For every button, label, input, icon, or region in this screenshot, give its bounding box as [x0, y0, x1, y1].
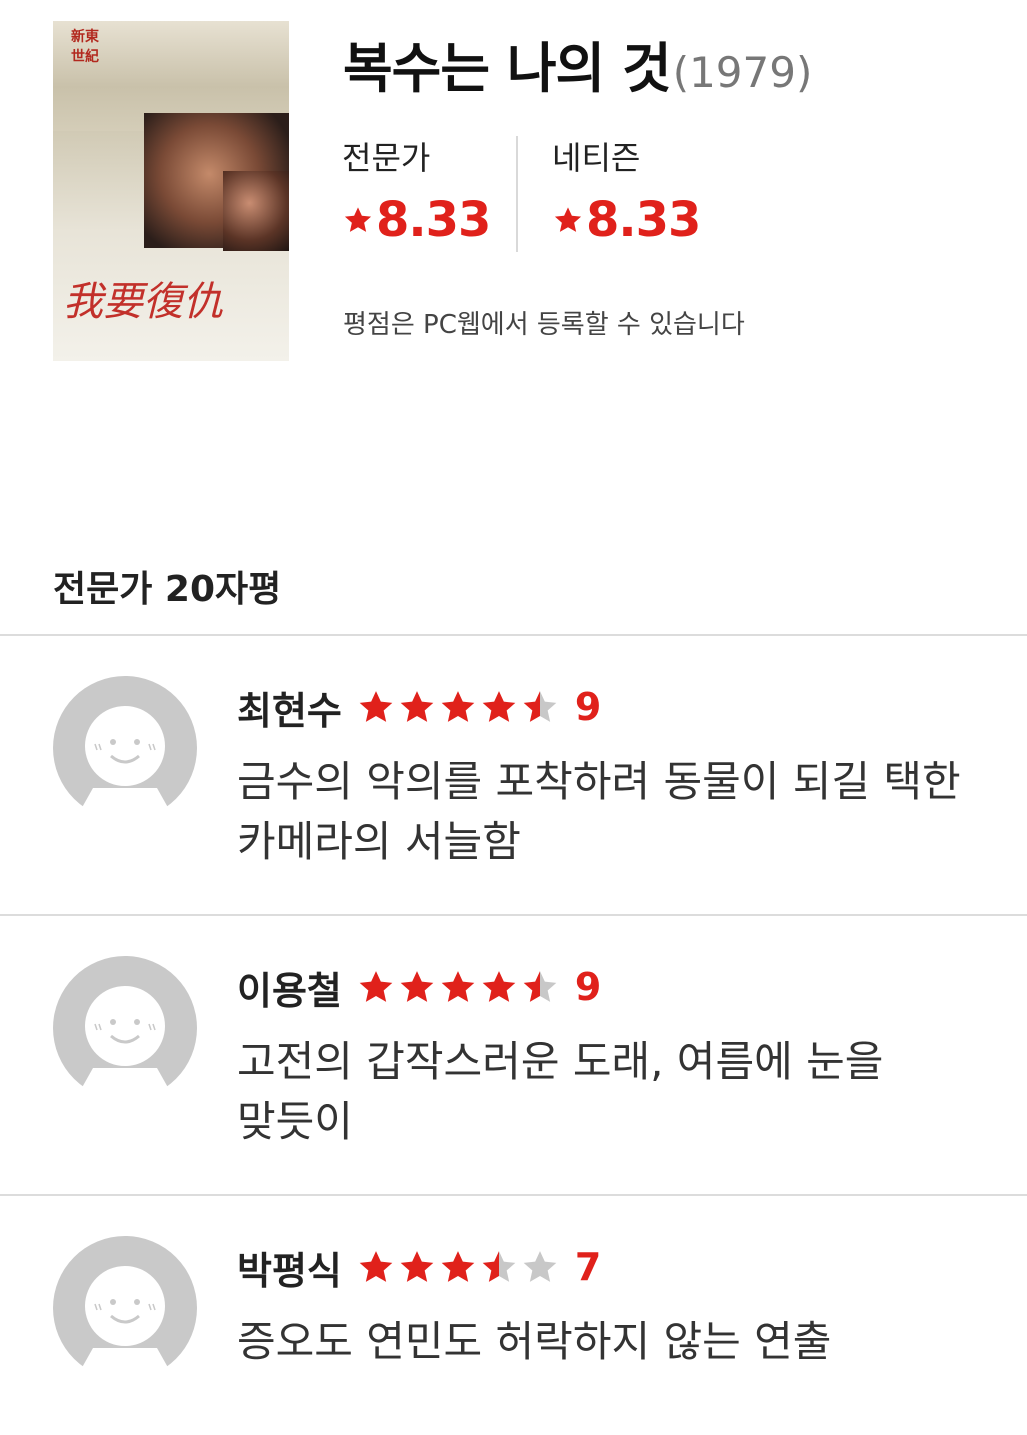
review-comment: 고전의 갑작스러운 도래, 여름에 눈을 맞듯이: [237, 1037, 884, 1146]
netizen-rating-number: 8.33: [586, 192, 701, 248]
star-filled-icon: [400, 971, 434, 1002]
star-filled-icon: [359, 971, 393, 1002]
star-filled-icon: [482, 971, 516, 1002]
poster-stamp-line: 新東: [71, 29, 99, 45]
review-item: 박평식 7 증오도 연민도 허락하지 않는 연출: [0, 1196, 1027, 1435]
expert-rating: 전문가 8.33: [342, 136, 491, 248]
review-item: 이용철 9 고전의 갑작스러운 도래, 여름에 눈을 맞듯이: [0, 916, 1027, 1194]
star-filled-icon: [400, 1251, 434, 1282]
star-filled-icon: [359, 1251, 393, 1282]
review-score: 9: [574, 965, 602, 1009]
reviewer-line: 최현수 9: [237, 682, 602, 733]
movie-title-row: 복수는 나의 것 (1979): [343, 24, 812, 104]
star-icon: [554, 207, 582, 232]
star-filled-icon: [400, 691, 434, 722]
review-score: 9: [574, 685, 602, 729]
expert-rating-number: 8.33: [376, 192, 491, 248]
reviewer-line: 박평식 7: [237, 1242, 602, 1293]
movie-title: 복수는 나의 것: [343, 37, 672, 100]
expert-reviews-title: 전문가 20자평: [53, 569, 282, 610]
poster-stamp: 新東 世紀: [71, 27, 121, 71]
star-filled-icon: [441, 1251, 475, 1282]
star-icon: [344, 207, 372, 232]
poster-calligraphy: 我要復仇: [63, 279, 223, 325]
star-filled-icon: [441, 691, 475, 722]
netizen-rating-value-row: 8.33: [552, 192, 701, 248]
review-comment: 금수의 악의를 포착하려 동물이 되길 택한 카메라의 서늘함: [237, 757, 961, 866]
reviewer-line: 이용철 9: [237, 962, 602, 1013]
review-comment: 증오도 연민도 허락하지 않는 연출: [237, 1317, 832, 1366]
reviewer-name: 박평식: [237, 1248, 342, 1293]
netizen-rating-label: 네티즌: [552, 139, 641, 177]
star-filled-icon: [441, 971, 475, 1002]
star-rating: [356, 1247, 561, 1287]
star-rating: [356, 967, 561, 1007]
star-filled-icon: [359, 691, 393, 722]
star-half-icon: [523, 971, 557, 1002]
poster-photo-second: [223, 171, 289, 251]
poster-stamp-line: 世紀: [71, 49, 99, 65]
star-empty-icon: [523, 1251, 557, 1282]
poster-calligraphy-text: 我要復仇: [63, 279, 223, 325]
avatar-icon: [53, 956, 197, 1100]
star-half-icon: [523, 691, 557, 722]
star-filled-icon: [482, 691, 516, 722]
expert-rating-value-row: 8.33: [342, 192, 491, 248]
netizen-rating: 네티즌 8.33: [552, 136, 701, 248]
star-half-icon: [482, 1251, 516, 1282]
movie-year: (1979): [672, 48, 813, 97]
expert-rating-label: 전문가: [342, 139, 431, 177]
movie-poster[interactable]: 新東 世紀 我要復仇: [53, 21, 289, 361]
review-score: 7: [574, 1245, 602, 1289]
avatar-icon: [53, 1236, 197, 1380]
review-item: 최현수 9 금수의 악의를 포착하려 동물이 되길 택한 카메라의 서늘함: [0, 636, 1027, 914]
reviewer-name: 이용철: [237, 968, 342, 1013]
avatar-icon: [53, 676, 197, 820]
rating-registration-note: 평점은 PC웹에서 등록할 수 있습니다: [343, 310, 745, 340]
rating-divider: [516, 136, 518, 252]
reviewer-name: 최현수: [237, 688, 342, 733]
star-rating: [356, 687, 561, 727]
